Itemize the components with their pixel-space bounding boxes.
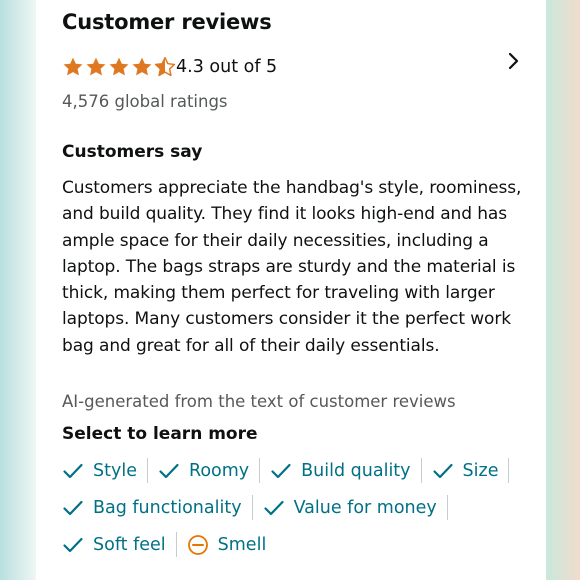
global-ratings-count: 4,576 global ratings — [62, 92, 228, 111]
check-icon — [63, 463, 83, 478]
aspect-chip-roomy[interactable]: Roomy — [158, 460, 249, 482]
check-icon — [271, 463, 291, 478]
chip-divider — [146, 458, 148, 483]
reviews-card: Customer reviews 4.3 out of 5 4,576 glob… — [36, 0, 546, 580]
aspect-label: Soft feel — [93, 534, 166, 555]
aspect-row: Style Roomy Build quality Size — [62, 458, 519, 483]
aspect-label: Smell — [217, 534, 267, 555]
check-icon — [159, 463, 179, 478]
star-full-icon — [132, 57, 152, 76]
aspect-chip-style[interactable]: Style — [62, 460, 137, 482]
aspect-row: Bag functionality Value for money — [62, 495, 458, 520]
aspect-chip-bag-functionality[interactable]: Bag functionality — [62, 497, 242, 519]
rating-text: 4.3 out of 5 — [176, 57, 278, 77]
chip-divider — [508, 458, 510, 483]
star-full-icon — [63, 57, 83, 76]
aspect-chip-build-quality[interactable]: Build quality — [270, 460, 411, 482]
check-icon — [63, 537, 83, 552]
check-icon — [263, 500, 284, 515]
aspect-row: Soft feel Smell — [62, 532, 266, 557]
chevron-right-icon[interactable] — [502, 50, 524, 72]
chip-divider — [446, 495, 448, 520]
star-rating[interactable] — [62, 56, 176, 78]
check-icon — [63, 500, 83, 515]
star-half-icon — [154, 56, 176, 77]
aspect-label: Build quality — [301, 460, 411, 481]
chip-divider — [259, 458, 261, 483]
minus-circle-icon — [187, 534, 208, 555]
select-to-learn-heading: Select to learn more — [62, 424, 258, 444]
aspect-label: Bag functionality — [93, 497, 242, 518]
aspect-chip-value-for-money[interactable]: Value for money — [263, 497, 437, 519]
ai-generated-note: AI-generated from the text of customer r… — [62, 392, 456, 411]
aspect-label: Style — [93, 460, 137, 481]
chip-divider — [175, 532, 177, 557]
aspect-chip-smell[interactable]: Smell — [187, 534, 267, 556]
aspect-label: Roomy — [188, 460, 250, 481]
chip-divider — [420, 458, 422, 483]
section-title: Customer reviews — [62, 10, 272, 34]
star-full-icon — [109, 57, 129, 76]
customers-say-heading: Customers say — [62, 142, 203, 162]
review-summary: Customers appreciate the handbag's style… — [62, 178, 522, 356]
chip-divider — [251, 495, 253, 520]
aspect-label: Size — [462, 460, 499, 481]
star-full-icon — [86, 57, 106, 76]
aspect-chip-size[interactable]: Size — [432, 460, 499, 482]
check-icon — [432, 463, 453, 478]
aspect-label: Value for money — [293, 497, 437, 518]
aspect-chip-soft-feel[interactable]: Soft feel — [62, 534, 166, 556]
